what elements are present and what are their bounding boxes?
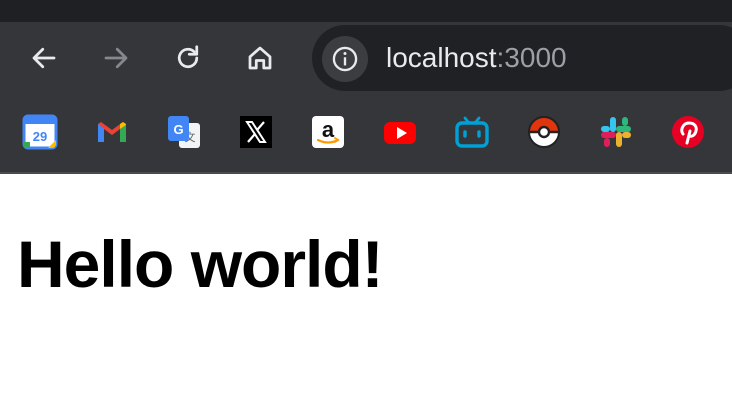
bookmark-slack[interactable] [598,114,634,150]
calendar-day: 29 [33,129,47,144]
bookmark-bilibili[interactable] [454,114,490,150]
youtube-icon [384,122,416,144]
window-top-strip [0,0,732,22]
forward-button[interactable] [94,36,138,80]
google-calendar-icon: 29 [22,114,58,150]
bookmark-gmail[interactable] [94,114,130,150]
svg-text:G: G [173,122,183,137]
url-host: localhost [386,42,497,73]
url-text[interactable]: localhost:3000 [386,41,567,75]
reload-icon [177,45,199,69]
url-port: :3000 [496,42,567,73]
bookmark-pinterest[interactable] [670,114,706,150]
info-icon [332,46,358,72]
bookmark-google-translate[interactable]: 文 G [166,114,202,150]
site-info-button[interactable] [322,36,368,82]
home-icon [248,46,272,70]
bilibili-icon [455,116,489,148]
gmail-icon [98,122,126,142]
reload-button[interactable] [166,36,210,80]
amazon-icon: a [312,116,344,148]
svg-text:a: a [322,117,335,142]
bookmark-google-calendar[interactable]: 29 [22,114,58,150]
bookmark-youtube[interactable] [382,114,418,150]
pokeball-icon [527,116,561,148]
x-logo-icon [240,116,272,148]
bookmark-x[interactable] [238,114,274,150]
pinterest-icon [672,116,704,148]
home-button[interactable] [238,36,282,80]
page-heading: Hello world! [17,227,384,301]
forward-arrow-icon [104,47,128,69]
back-button[interactable] [22,36,66,80]
bookmark-amazon[interactable]: a [310,114,346,150]
back-arrow-icon [32,47,56,69]
slack-icon [601,117,631,147]
bookmark-pokeball[interactable] [526,114,562,150]
google-translate-icon: 文 G [168,116,200,148]
